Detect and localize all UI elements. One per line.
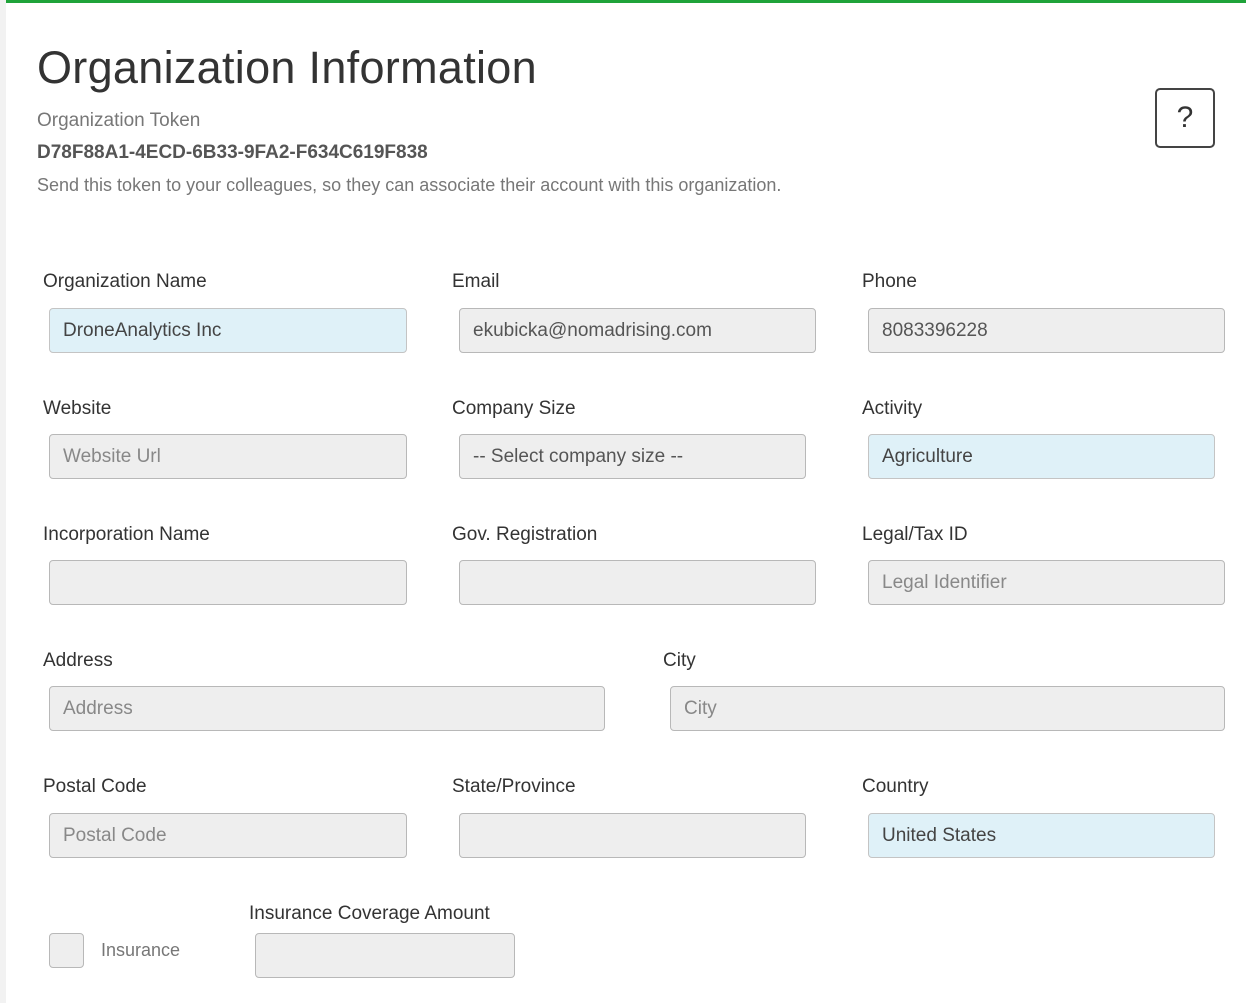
incorporation-name-label: Incorporation Name (43, 524, 210, 545)
activity-label: Activity (862, 398, 923, 419)
org-name-label: Organization Name (43, 271, 207, 292)
email-label: Email (452, 271, 500, 292)
legal-tax-id-label: Legal/Tax ID (862, 524, 968, 545)
insurance-amount-input[interactable] (255, 933, 515, 978)
state-province-select[interactable] (459, 813, 806, 858)
address-placeholder: Address (63, 697, 133, 719)
left-border-strip (0, 0, 6, 1003)
page-title: Organization Information (37, 42, 537, 93)
org-name-value: DroneAnalytics Inc (63, 319, 222, 341)
token-value: D78F88A1-4ECD-6B33-9FA2-F634C619F838 (37, 142, 428, 163)
phone-value: 8083396228 (882, 319, 988, 341)
company-size-label: Company Size (452, 398, 576, 419)
activity-select[interactable]: Agriculture (868, 434, 1215, 479)
company-size-select[interactable]: -- Select company size -- (459, 434, 806, 479)
phone-input[interactable]: 8083396228 (868, 308, 1225, 353)
city-input[interactable]: City (670, 686, 1225, 731)
insurance-amount-label: Insurance Coverage Amount (249, 903, 490, 924)
address-input[interactable]: Address (49, 686, 605, 731)
postal-code-input[interactable]: Postal Code (49, 813, 407, 858)
top-accent-line (0, 0, 1246, 3)
org-name-input[interactable]: DroneAnalytics Inc (49, 308, 407, 353)
website-input[interactable]: Website Url (49, 434, 407, 479)
address-label: Address (43, 650, 113, 671)
insurance-label: Insurance (101, 940, 181, 960)
incorporation-name-input[interactable] (49, 560, 407, 605)
token-label: Organization Token (37, 110, 201, 131)
token-help-text: Send this token to your colleagues, so t… (37, 175, 782, 195)
company-size-value: -- Select company size -- (473, 445, 684, 467)
city-label: City (663, 650, 696, 671)
gov-registration-label: Gov. Registration (452, 524, 598, 545)
country-select[interactable]: United States (868, 813, 1215, 858)
state-province-label: State/Province (452, 776, 576, 797)
website-label: Website (43, 398, 112, 419)
legal-tax-id-placeholder: Legal Identifier (882, 571, 1007, 593)
country-label: Country (862, 776, 929, 797)
email-value: ekubicka@nomadrising.com (473, 319, 712, 341)
postal-code-label: Postal Code (43, 776, 147, 797)
insurance-checkbox[interactable] (49, 933, 84, 968)
help-button[interactable]: ? (1155, 88, 1215, 148)
legal-tax-id-input[interactable]: Legal Identifier (868, 560, 1225, 605)
postal-code-placeholder: Postal Code (63, 824, 167, 846)
activity-value: Agriculture (882, 445, 973, 467)
email-input[interactable]: ekubicka@nomadrising.com (459, 308, 816, 353)
gov-registration-input[interactable] (459, 560, 816, 605)
city-placeholder: City (684, 697, 717, 719)
website-placeholder: Website Url (63, 445, 161, 467)
country-value: United States (882, 824, 997, 846)
phone-label: Phone (862, 271, 917, 292)
